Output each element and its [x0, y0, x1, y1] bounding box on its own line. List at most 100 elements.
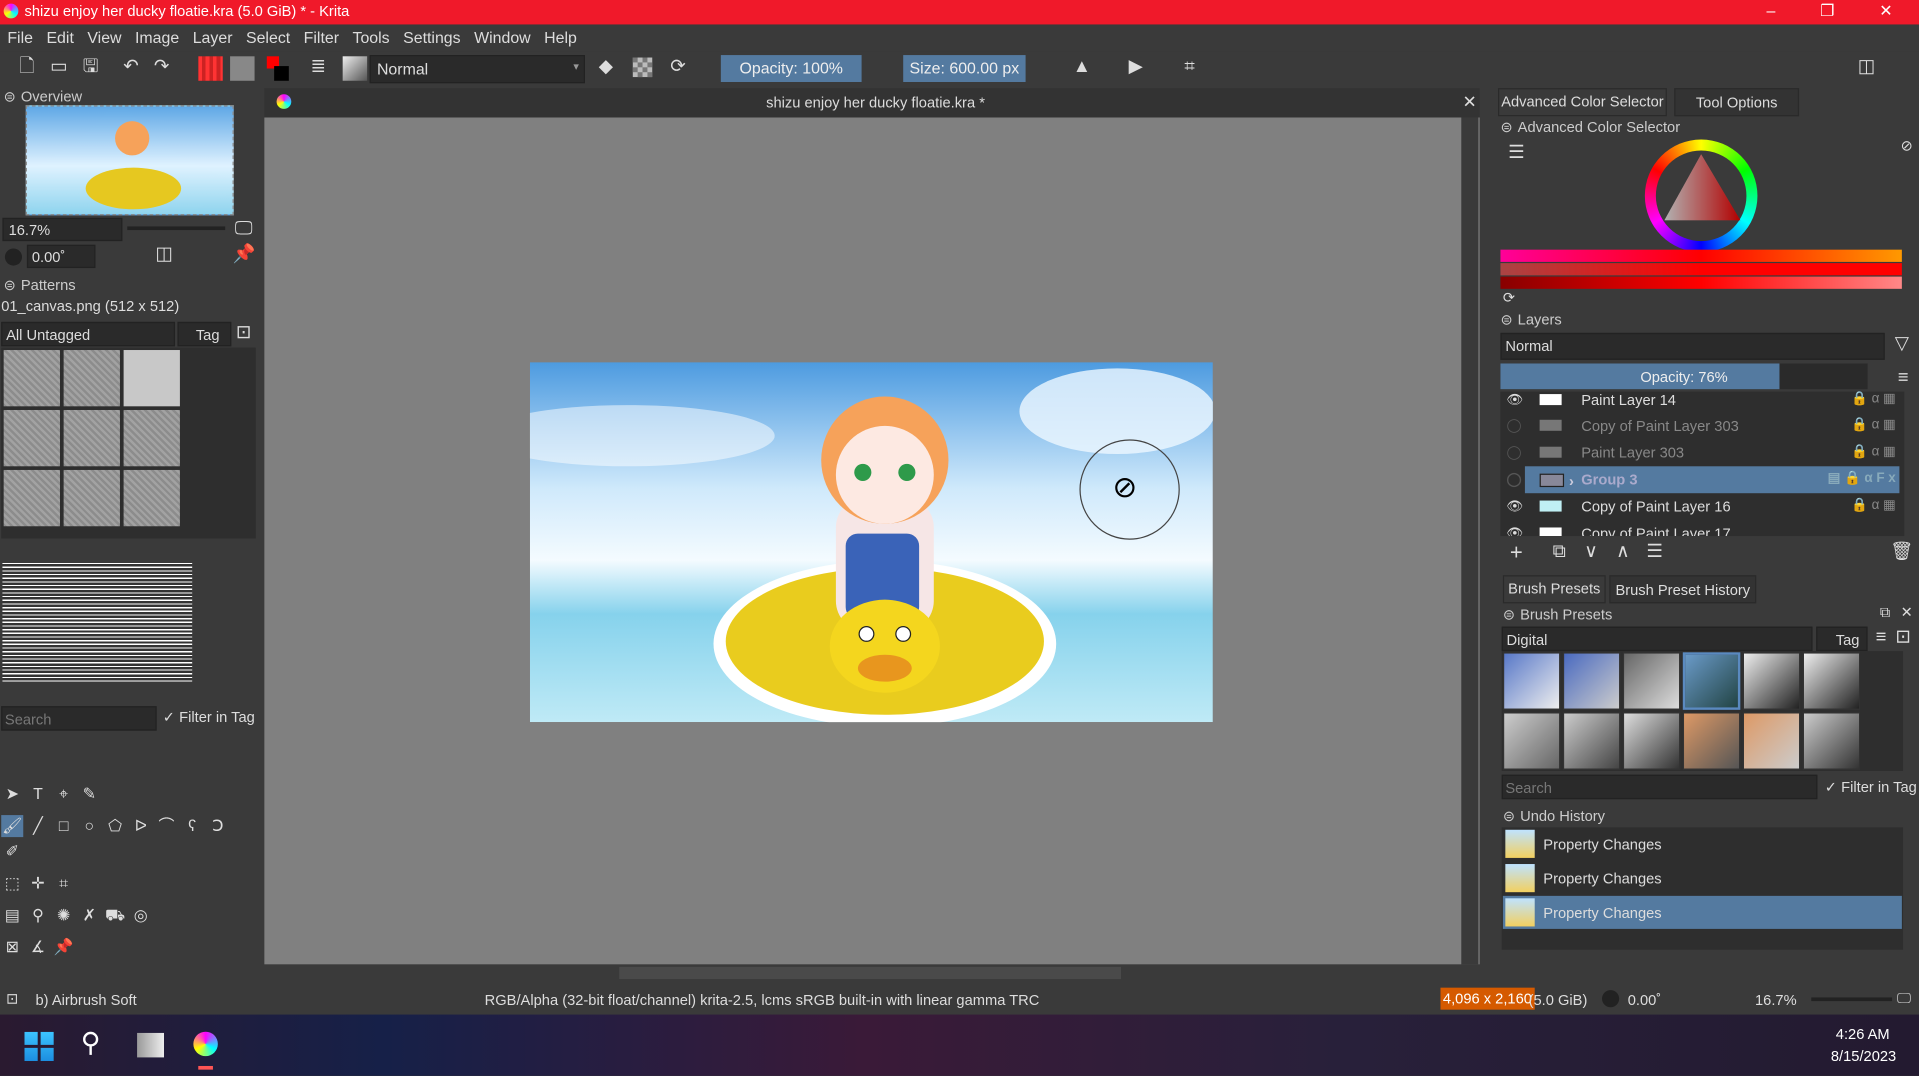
layer-properties-icons[interactable]: 🔒α▦: [1851, 443, 1899, 459]
fit-to-view-icon[interactable]: 🖵: [233, 215, 255, 242]
minimize-button[interactable]: –: [1743, 0, 1799, 24]
brush-preset[interactable]: [1682, 712, 1741, 770]
polyline-tool-icon[interactable]: ᐅ: [130, 815, 152, 837]
menu-edit[interactable]: Edit: [39, 24, 80, 46]
canvas-area[interactable]: ⊘: [264, 117, 1480, 982]
wrap-around-icon[interactable]: ⌗: [1177, 54, 1201, 81]
menu-select[interactable]: Select: [239, 24, 297, 46]
artwork-canvas[interactable]: [529, 362, 1213, 723]
pattern-swatch[interactable]: [123, 469, 180, 527]
tab-advanced-color-selector[interactable]: Advanced Color Selector: [1497, 88, 1667, 117]
menu-image[interactable]: Image: [128, 24, 186, 46]
brush-search-input[interactable]: Search: [1501, 774, 1818, 800]
layer-blend-mode-dropdown[interactable]: Normal: [1500, 332, 1885, 360]
calligraphy-tool-icon[interactable]: ✎: [78, 783, 100, 805]
layer-properties-icons[interactable]: 🔒α▦: [1851, 390, 1899, 407]
eye-closed-icon[interactable]: ◯: [1507, 417, 1522, 434]
freehand-brush-tool-icon[interactable]: 🖌: [1, 815, 24, 838]
fit-icon[interactable]: 🖵: [1897, 989, 1911, 1007]
layer-properties-icon[interactable]: ☰: [1642, 538, 1666, 565]
eye-closed-icon[interactable]: ◯: [1507, 471, 1522, 487]
tab-brush-preset-history[interactable]: Brush Preset History: [1609, 575, 1757, 604]
task-view-icon[interactable]: [137, 1032, 164, 1058]
mirror-vertical-icon[interactable]: ▶: [1123, 54, 1147, 81]
bezier-tool-icon[interactable]: ⌒: [155, 815, 177, 837]
brush-preset-eraser[interactable]: [1502, 652, 1561, 710]
value-slider[interactable]: [1500, 276, 1902, 289]
krita-taskbar-icon[interactable]: [193, 1031, 218, 1057]
line-tool-icon[interactable]: ╱: [27, 815, 49, 837]
reset-icon[interactable]: ⊘: [1897, 132, 1917, 159]
fill-tool-icon[interactable]: ⛟: [104, 904, 126, 926]
brush-filter-in-tag-checkbox[interactable]: ✓ Filter in Tag: [1825, 778, 1917, 795]
pattern-swatch[interactable]: [3, 409, 60, 467]
document-tab[interactable]: shizu enjoy her ducky floatie.kra * ✕: [264, 88, 1480, 118]
undo-history-item[interactable]: Property Changes: [1503, 827, 1902, 860]
text-tool-icon[interactable]: T: [27, 783, 49, 805]
pattern-swatch[interactable]: [3, 350, 60, 407]
brush-preset[interactable]: [1742, 652, 1801, 710]
close-panel-icon[interactable]: ✕: [1901, 603, 1913, 620]
pattern-swatch[interactable]: [123, 409, 180, 467]
eye-closed-icon[interactable]: ◯: [1507, 444, 1522, 460]
tab-brush-presets[interactable]: Brush Presets: [1502, 575, 1606, 604]
vertical-scrollbar[interactable]: [1461, 117, 1479, 965]
eye-icon[interactable]: 👁: [1507, 392, 1524, 408]
measure-tool-icon[interactable]: ∡: [27, 936, 49, 958]
image-dimensions[interactable]: 4,096 x 2,160: [1440, 987, 1535, 1010]
undo-history-item-selected[interactable]: Property Changes: [1502, 895, 1902, 929]
tab-tool-options[interactable]: Tool Options: [1674, 88, 1800, 117]
pattern-swatch[interactable]: [63, 409, 120, 467]
canvas-rotation[interactable]: 0.00˚: [1628, 991, 1661, 1008]
color-picker-tool-icon[interactable]: ⚲: [27, 904, 49, 926]
refresh-icon[interactable]: ⟳: [1500, 284, 1517, 311]
move-layer-down-icon[interactable]: ∨: [1579, 538, 1603, 565]
pattern-swatch[interactable]: [3, 469, 60, 527]
view-mode-icon[interactable]: ≡: [1872, 624, 1889, 651]
redo-icon[interactable]: ↷: [149, 54, 173, 81]
eraser-icon[interactable]: ◆: [594, 54, 618, 81]
gradient-selector[interactable]: [198, 56, 223, 81]
pin-icon[interactable]: 📌: [233, 241, 256, 268]
edit-shapes-tool-icon[interactable]: ⌖: [53, 783, 75, 805]
open-icon[interactable]: ▭: [47, 54, 71, 81]
brush-preset[interactable]: [1742, 712, 1801, 770]
brush-preset[interactable]: [1802, 712, 1861, 770]
clock-time[interactable]: 4:26 AM: [1836, 1026, 1890, 1043]
smart-patch-tool-icon[interactable]: ✺: [53, 904, 75, 926]
enclose-fill-tool-icon[interactable]: ◎: [130, 904, 152, 926]
reference-tool-icon[interactable]: 📌: [53, 936, 75, 958]
layer-properties-icons[interactable]: 🔒α▦: [1851, 497, 1899, 513]
zoom-slider[interactable]: [127, 226, 226, 231]
save-icon[interactable]: 🖫: [78, 54, 102, 81]
rotation-input[interactable]: 0.00˚: [26, 244, 96, 269]
move-tool-icon[interactable]: ✛: [27, 873, 49, 895]
menu-filter[interactable]: Filter: [296, 24, 345, 46]
brush-preset[interactable]: [1562, 712, 1621, 770]
transform-tool-icon[interactable]: ⬚: [1, 873, 23, 895]
pattern-swatch[interactable]: [63, 469, 120, 527]
brush-preset[interactable]: [1622, 712, 1681, 770]
status-zoom-slider[interactable]: [1811, 997, 1893, 1002]
clock-date[interactable]: 8/15/2023: [1831, 1048, 1896, 1065]
background-color[interactable]: [274, 66, 289, 81]
status-zoom[interactable]: 16.7%: [1755, 991, 1797, 1008]
brush-preset[interactable]: [1622, 652, 1681, 710]
layer-row[interactable]: 👁 Copy of Paint Layer 16 🔒α▦: [1500, 493, 1904, 520]
mirror-view-icon[interactable]: ◫: [152, 241, 176, 268]
menu-tools[interactable]: Tools: [345, 24, 396, 46]
zoom-dropdown[interactable]: 16.7%: [2, 217, 123, 242]
brush-preset-icon[interactable]: [342, 56, 368, 81]
assistant-tool-icon[interactable]: ⊠: [1, 936, 23, 958]
eye-icon[interactable]: 👁: [1507, 498, 1524, 514]
colorize-mask-tool-icon[interactable]: ✗: [78, 904, 100, 926]
layer-row-selected[interactable]: ◯ › Group 3 ▤🔒αFx: [1500, 466, 1904, 494]
undo-icon[interactable]: ↶: [119, 54, 143, 81]
multibrush-tool-icon[interactable]: Ↄ: [207, 815, 229, 837]
delete-layer-icon[interactable]: 🗑: [1890, 538, 1914, 565]
pattern-tag-dropdown[interactable]: All Untagged: [1, 321, 176, 347]
brush-preset[interactable]: [1802, 652, 1861, 710]
overview-thumbnail[interactable]: [25, 105, 234, 216]
brush-tag-button[interactable]: Tag: [1816, 626, 1868, 652]
windows-start-icon[interactable]: [24, 1031, 54, 1062]
